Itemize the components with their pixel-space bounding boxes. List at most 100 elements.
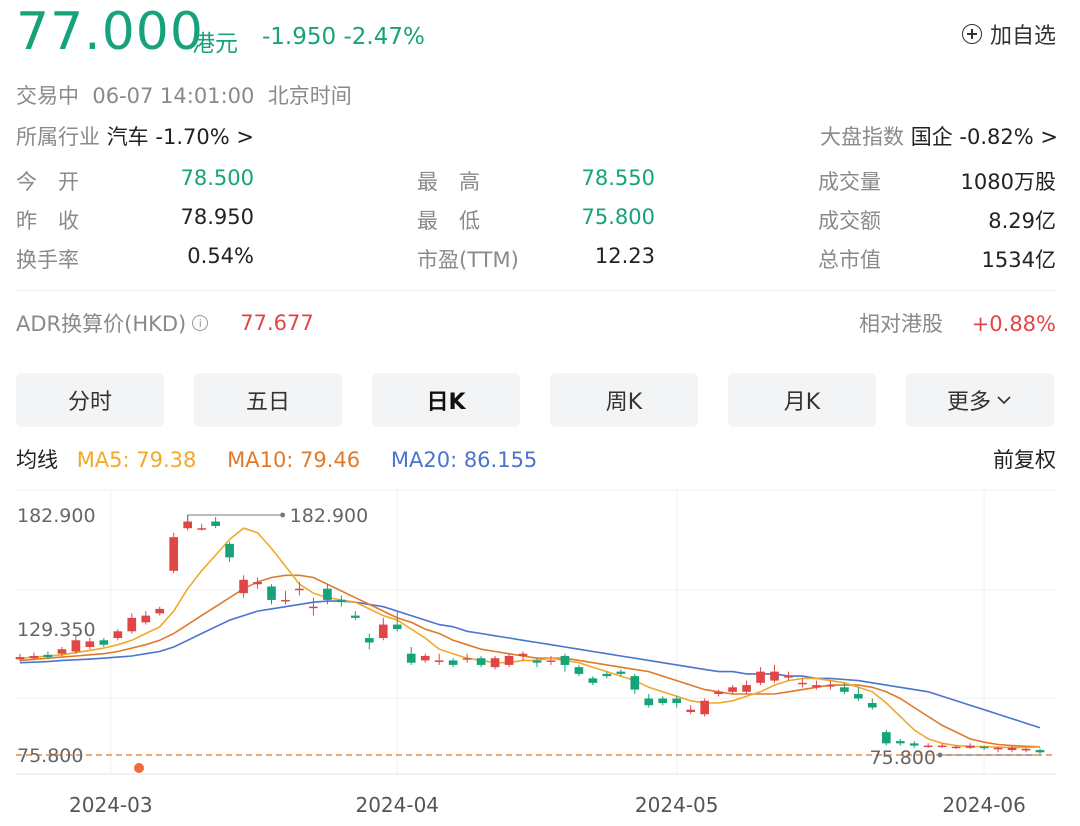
candle-body bbox=[406, 653, 416, 663]
x-tick-label: 2024-03 bbox=[69, 793, 153, 817]
chevron-right-icon: > bbox=[1040, 125, 1058, 149]
candle-body bbox=[364, 638, 374, 643]
tab-weekly-k[interactable]: 周K bbox=[550, 373, 698, 427]
candle-body bbox=[784, 676, 793, 678]
y-label-mid: 129.350 bbox=[17, 619, 96, 641]
candle-body bbox=[854, 694, 863, 699]
candle-body bbox=[253, 582, 262, 585]
tab-daily-k[interactable]: 日K bbox=[372, 373, 520, 427]
x-tick-label: 2024-04 bbox=[355, 793, 439, 817]
candle-body bbox=[951, 746, 961, 749]
candle-body bbox=[57, 649, 67, 654]
divider bbox=[16, 290, 1056, 291]
stat-value: 1534亿 bbox=[981, 248, 1056, 272]
industry-link[interactable]: 所属行业 汽车 -1.70% > bbox=[16, 121, 254, 151]
stat-value: 8.29亿 bbox=[988, 209, 1056, 233]
trading-status-line: 交易中 06-07 14:01:00 北京时间 bbox=[16, 80, 352, 110]
candle-body bbox=[155, 608, 165, 614]
candle-body bbox=[574, 667, 584, 674]
tab-five-day[interactable]: 五日 bbox=[194, 373, 342, 427]
adjust-mode-button[interactable]: 前复权 bbox=[993, 444, 1056, 474]
ma20-value: MA20: 86.155 bbox=[390, 448, 538, 472]
max-marker-label: 182.900 bbox=[290, 505, 369, 527]
relative-value: +0.88% bbox=[971, 312, 1056, 336]
candle-body bbox=[476, 658, 486, 665]
candle-body bbox=[840, 687, 849, 692]
candle-body bbox=[867, 703, 877, 708]
timezone-label: 北京时间 bbox=[267, 84, 352, 108]
stat-label: 成交量 bbox=[818, 170, 881, 194]
stat-value: 12.23 bbox=[594, 244, 655, 268]
add-watchlist-button[interactable]: 加自选 bbox=[961, 18, 1056, 50]
candle-body bbox=[490, 658, 500, 668]
tab-intraday[interactable]: 分时 bbox=[16, 373, 164, 427]
industry-change: -1.70% bbox=[155, 125, 230, 149]
candle-body bbox=[881, 732, 891, 744]
candle-body bbox=[728, 687, 737, 692]
candle-body bbox=[225, 543, 234, 558]
candle-body bbox=[99, 640, 109, 645]
chevron-down-icon bbox=[997, 396, 1011, 405]
candle-body bbox=[29, 655, 39, 659]
ma-title: 均线 bbox=[16, 448, 58, 472]
stat-label: 昨 收 bbox=[16, 209, 79, 233]
candle-body bbox=[909, 743, 919, 746]
candle-body bbox=[85, 641, 95, 647]
stat-label: 最 高 bbox=[417, 170, 480, 194]
stat-value: 0.54% bbox=[187, 244, 254, 268]
candle-body bbox=[714, 691, 723, 695]
tab-more-label: 更多 bbox=[946, 390, 991, 415]
candle-body bbox=[546, 660, 556, 662]
tab-monthly-k[interactable]: 月K bbox=[728, 373, 876, 427]
candle-body bbox=[15, 657, 25, 660]
candle-body bbox=[588, 678, 598, 683]
candle-body bbox=[337, 599, 346, 603]
candle-body bbox=[309, 606, 318, 609]
currency-label: 港元 bbox=[192, 31, 238, 57]
candle-body bbox=[420, 655, 430, 661]
candle-body bbox=[798, 682, 807, 685]
index-link[interactable]: 大盘指数 国企 -0.82% > bbox=[820, 121, 1058, 151]
industry-name: 汽车 bbox=[106, 125, 149, 149]
stat-label: 换手率 bbox=[16, 248, 79, 272]
candle-body bbox=[211, 521, 220, 526]
candle-body bbox=[560, 655, 570, 665]
candle-body bbox=[267, 586, 276, 600]
kline-chart[interactable]: 2024-03 2024-04 2024-05 2024-06 182.900 129.3… bbox=[0, 480, 1080, 826]
change-value: -1.950 bbox=[262, 24, 337, 50]
candle-body bbox=[127, 617, 137, 632]
candle-body bbox=[658, 698, 668, 704]
x-tick-label: 2024-05 bbox=[635, 793, 719, 817]
stat-value: 78.950 bbox=[180, 205, 254, 229]
candle-body bbox=[532, 660, 542, 663]
relative-label: 相对港股 bbox=[859, 312, 943, 336]
tab-more[interactable]: 更多 bbox=[906, 373, 1054, 427]
candle-body bbox=[462, 658, 472, 660]
ma10-value: MA10: 79.46 bbox=[227, 448, 361, 472]
industry-label: 所属行业 bbox=[16, 125, 100, 149]
candle-body bbox=[1007, 747, 1017, 751]
stat-label: 最 低 bbox=[417, 209, 480, 233]
candle-body bbox=[756, 671, 765, 683]
candle-body bbox=[323, 588, 332, 600]
ma20-line bbox=[19, 600, 1041, 729]
stat-value: 75.800 bbox=[581, 205, 655, 229]
stat-label: 总市值 bbox=[818, 248, 881, 272]
candle-body bbox=[434, 660, 444, 662]
index-label: 大盘指数 bbox=[820, 125, 905, 149]
index-change: -0.82% bbox=[959, 125, 1034, 149]
adr-row: ADR换算价(HKD) i 77.677 bbox=[16, 308, 314, 338]
candle-body bbox=[351, 615, 360, 618]
candle-body bbox=[1035, 750, 1045, 753]
candle-body bbox=[378, 624, 388, 639]
candle-body bbox=[979, 746, 989, 749]
candle-body bbox=[113, 631, 123, 639]
min-marker-dot bbox=[937, 752, 943, 758]
candle-body bbox=[937, 745, 947, 748]
candle-body bbox=[43, 654, 53, 658]
info-icon[interactable]: i bbox=[192, 315, 209, 331]
stat-value: 78.500 bbox=[180, 166, 254, 190]
stat-label: 今 开 bbox=[16, 170, 79, 194]
candle-body bbox=[630, 676, 640, 690]
candle-body bbox=[672, 698, 682, 704]
